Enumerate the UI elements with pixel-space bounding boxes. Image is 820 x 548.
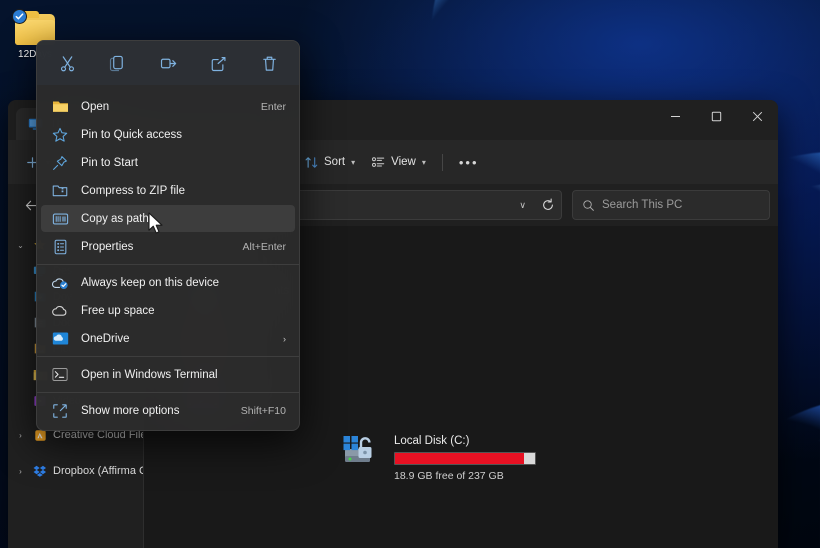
- chevron-right-icon[interactable]: ›: [14, 467, 27, 476]
- address-dropdown-icon[interactable]: ∨: [514, 200, 531, 211]
- menu-item-show-more-options[interactable]: Show more options Shift+F10: [41, 397, 295, 424]
- menu-item-open-in-windows-terminal[interactable]: Open in Windows Terminal: [41, 361, 295, 388]
- onedrive-icon: [50, 330, 70, 348]
- menu-item-label: OneDrive: [81, 333, 275, 345]
- toolbar-divider-3: [442, 154, 443, 171]
- properties-icon: [50, 238, 70, 256]
- drive-details: Local Disk (C:) 18.9 GB free of 237 GB: [394, 434, 536, 482]
- capacity-bar: [394, 452, 536, 465]
- zip-icon: [50, 182, 70, 200]
- sidebar-item-dropbox[interactable]: › Dropbox (Affirma Cr: [8, 458, 143, 484]
- refresh-button[interactable]: [537, 198, 555, 212]
- drive-free-space: 18.9 GB free of 237 GB: [394, 470, 536, 482]
- menu-separator-3: [37, 392, 299, 393]
- pin-icon: [50, 154, 70, 172]
- chevron-down-icon[interactable]: ⌄: [14, 241, 27, 250]
- menu-item-label: Open: [81, 101, 261, 113]
- drive-name: Local Disk (C:): [394, 435, 536, 447]
- copy-icon-button[interactable]: [102, 50, 134, 76]
- sync-check-icon: [12, 9, 27, 24]
- rename-icon: [160, 55, 177, 72]
- terminal-icon: [50, 366, 70, 384]
- view-icon: [371, 155, 386, 170]
- close-icon: [752, 111, 763, 122]
- menu-item-label: Copy as path: [81, 213, 286, 225]
- refresh-icon: [541, 198, 555, 212]
- chevron-down-icon: ▾: [422, 158, 426, 167]
- menu-item-label: Properties: [81, 241, 243, 253]
- maximize-icon: [711, 111, 722, 122]
- maximize-button[interactable]: [696, 100, 737, 132]
- menu-separator: [37, 264, 299, 265]
- menu-item-label: Open in Windows Terminal: [81, 369, 286, 381]
- window-controls: [655, 100, 778, 132]
- more-options-icon: [50, 402, 70, 420]
- menu-item-label: Pin to Start: [81, 157, 286, 169]
- cloud-keep-icon: [50, 274, 70, 292]
- sort-icon: [304, 155, 319, 170]
- trash-icon: [261, 55, 278, 72]
- chevron-down-icon: ▾: [351, 158, 355, 167]
- sort-label: Sort: [324, 156, 345, 168]
- menu-item-compress-to-zip[interactable]: Compress to ZIP file: [41, 177, 295, 204]
- close-button[interactable]: [737, 100, 778, 132]
- menu-item-always-keep-on-this-device[interactable]: Always keep on this device: [41, 269, 295, 296]
- menu-separator-2: [37, 356, 299, 357]
- menu-item-open[interactable]: Open Enter: [41, 93, 295, 120]
- menu-item-label: Always keep on this device: [81, 277, 286, 289]
- view-label: View: [391, 156, 416, 168]
- menu-item-pin-to-start[interactable]: Pin to Start: [41, 149, 295, 176]
- dropbox-icon: [32, 463, 48, 479]
- menu-item-pin-to-quick-access[interactable]: Pin to Quick access: [41, 121, 295, 148]
- folder-open-icon: [50, 98, 70, 116]
- minimize-button[interactable]: [655, 100, 696, 132]
- chevron-right-icon[interactable]: ›: [14, 431, 27, 440]
- chevron-right-icon[interactable]: ›: [283, 334, 286, 344]
- minimize-icon: [670, 111, 681, 122]
- chevron-spacer: ›: [14, 293, 27, 302]
- drive-icon: [342, 434, 382, 470]
- chevron-spacer: ›: [14, 267, 27, 276]
- sort-button[interactable]: Sort ▾: [297, 147, 362, 177]
- chevron-spacer: ›: [14, 345, 27, 354]
- menu-item-accelerator: Alt+Enter: [243, 241, 286, 253]
- chevron-spacer: ›: [14, 371, 27, 380]
- capacity-bar-fill: [395, 453, 524, 464]
- menu-item-label: Compress to ZIP file: [81, 185, 286, 197]
- menu-item-accelerator: Enter: [261, 101, 286, 113]
- menu-item-free-up-space[interactable]: Free up space: [41, 297, 295, 324]
- copy-icon: [109, 55, 126, 72]
- ellipsis-icon: •••: [459, 158, 479, 167]
- cut-icon: [59, 55, 76, 72]
- view-button[interactable]: View ▾: [364, 147, 433, 177]
- share-icon-button[interactable]: [203, 50, 235, 76]
- sidebar-item-label: Dropbox (Affirma Cr: [53, 465, 143, 477]
- cloud-icon: [50, 302, 70, 320]
- chevron-spacer: ›: [14, 319, 27, 328]
- context-menu: Open Enter Pin to Quick access Pin to St…: [36, 40, 300, 431]
- rename-icon-button[interactable]: [152, 50, 184, 76]
- star-icon: [50, 126, 70, 144]
- cut-icon-button[interactable]: [51, 50, 83, 76]
- chevron-spacer: ›: [14, 397, 27, 406]
- menu-item-onedrive[interactable]: OneDrive ›: [41, 325, 295, 352]
- delete-icon-button[interactable]: [253, 50, 285, 76]
- search-box[interactable]: Search This PC: [572, 190, 770, 220]
- search-icon: [582, 199, 595, 212]
- search-input[interactable]: Search This PC: [602, 199, 682, 211]
- menu-item-label: Pin to Quick access: [81, 129, 286, 141]
- menu-item-label: Free up space: [81, 305, 286, 317]
- more-options-button[interactable]: •••: [452, 147, 486, 177]
- context-menu-toolbar: [37, 41, 299, 85]
- menu-item-accelerator: Shift+F10: [241, 405, 286, 417]
- screen-root: 12Days This PC: [0, 0, 820, 548]
- copy-path-icon: [50, 210, 70, 228]
- menu-item-properties[interactable]: Properties Alt+Enter: [41, 233, 295, 260]
- share-icon: [210, 55, 227, 72]
- menu-item-copy-as-path[interactable]: Copy as path: [41, 205, 295, 232]
- menu-item-label: Show more options: [81, 405, 241, 417]
